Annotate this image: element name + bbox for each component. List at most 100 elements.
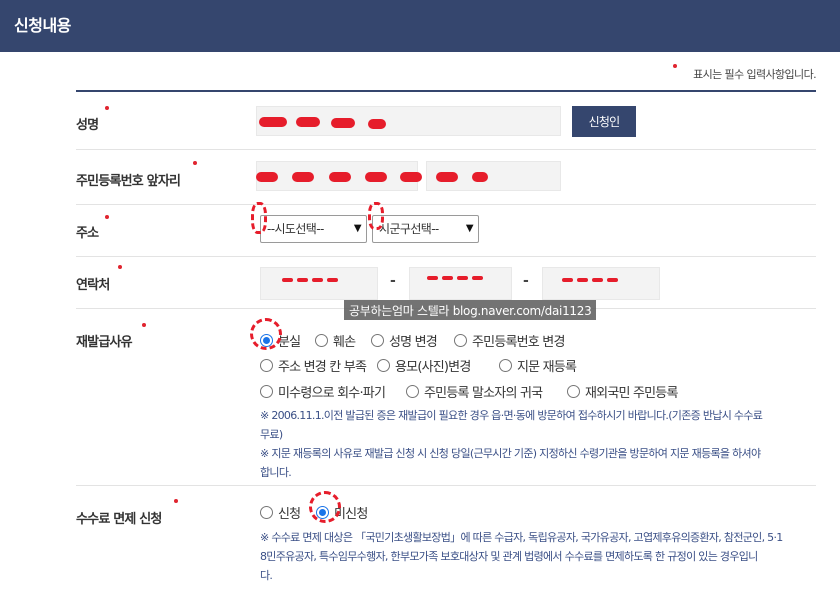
highlight-mark	[251, 202, 267, 234]
reason-option-address-full[interactable]: 주소 변경 칸 부족	[260, 356, 367, 375]
redaction-mark	[259, 117, 287, 127]
redaction-mark	[327, 278, 338, 282]
radio-icon	[377, 359, 390, 372]
redaction-mark	[256, 172, 278, 182]
note-line: 무료)	[260, 428, 283, 441]
radio-icon	[454, 334, 467, 347]
required-dot	[142, 323, 146, 327]
reason-option-fingerprint[interactable]: 지문 재등록	[499, 356, 577, 375]
redaction-mark	[400, 172, 422, 182]
required-dot	[193, 161, 197, 165]
redaction-mark	[365, 172, 387, 182]
rrn-label: 주민등록번호 앞자리	[76, 174, 181, 189]
reason-option-label: 주민등록번호 변경	[472, 335, 565, 350]
sido-select-value: --시도선택--	[267, 222, 324, 236]
note-line: 다.	[260, 569, 273, 582]
radio-icon	[260, 506, 273, 519]
required-dot	[174, 499, 178, 503]
reason-option-label: 성명 변경	[389, 335, 438, 350]
chevron-down-icon: ▼	[353, 223, 362, 234]
required-dot	[105, 106, 109, 110]
radio-icon	[260, 359, 273, 372]
redaction-mark	[436, 172, 458, 182]
reason-option-overseas[interactable]: 재외국민 주민등록	[567, 382, 678, 401]
radio-icon	[406, 385, 419, 398]
redaction-mark	[457, 276, 468, 280]
reason-option-label: 주소 변경 칸 부족	[278, 360, 367, 375]
redaction-mark	[292, 172, 314, 182]
blog-watermark: 공부하는엄마 스텔라 blog.naver.com/dai1123	[344, 300, 597, 320]
redaction-mark	[592, 278, 603, 282]
phone-dash: -	[523, 273, 529, 289]
address-row: 주소 --시도선택-- ▼ 시군구선택-- ▼	[76, 205, 816, 257]
reason-option-label: 주민등록 말소자의 귀국	[424, 386, 543, 401]
sigungu-select-value: 시군구선택--	[379, 222, 439, 236]
reason-option-label: 지문 재등록	[517, 360, 577, 375]
application-form: 성명 신청인 주민등록번호 앞자리 주소 --시도선택-- ▼ 시군구선택-- …	[76, 90, 816, 591]
highlight-mark	[368, 202, 384, 230]
redaction-mark	[296, 117, 320, 127]
fee-label: 수수료 면제 신청	[76, 512, 162, 527]
redaction-mark	[442, 276, 453, 280]
redaction-mark	[427, 276, 438, 280]
reason-option-label: 훼손	[333, 335, 356, 350]
required-dot	[673, 64, 677, 68]
required-dot	[118, 265, 122, 269]
redaction-mark	[331, 118, 355, 128]
reason-note-1: ※ 2006.11.1.이전 발급된 증은 재발급이 필요한 경우 읍·면·동에…	[260, 406, 816, 444]
radio-icon	[371, 334, 384, 347]
phone-dash: -	[390, 273, 396, 289]
fee-option-apply[interactable]: 신청	[260, 503, 301, 522]
reason-option-label: 재외국민 주민등록	[585, 386, 678, 401]
redaction-mark	[368, 119, 386, 129]
contact-label: 연락처	[76, 278, 110, 293]
required-note: 표시는 필수 입력사항입니다.	[693, 68, 817, 81]
sido-select[interactable]: --시도선택-- ▼	[260, 215, 367, 243]
address-label: 주소	[76, 226, 99, 241]
applicant-button[interactable]: 신청인	[572, 106, 636, 137]
reason-option-damaged[interactable]: 훼손	[315, 331, 356, 350]
redaction-mark	[282, 278, 293, 282]
reason-note-2: ※ 지문 재등록의 사유로 재발급 신청 시 신청 당일(근무시간 기준) 지정…	[260, 444, 816, 482]
phone-field-3[interactable]	[542, 267, 660, 300]
redaction-mark	[297, 278, 308, 282]
redaction-mark	[312, 278, 323, 282]
note-line: 8민주유공자, 특수임무수행자, 한부모가족 보호대상자 및 관계 법령에서 수…	[260, 550, 758, 563]
reason-option-name-change[interactable]: 성명 변경	[371, 331, 438, 350]
note-line: ※ 2006.11.1.이전 발급된 증은 재발급이 필요한 경우 읍·면·동에…	[260, 409, 763, 422]
section-title: 신청내용	[14, 16, 71, 35]
redaction-mark	[607, 278, 618, 282]
redaction-mark	[562, 278, 573, 282]
redaction-mark	[329, 172, 351, 182]
redaction-mark	[577, 278, 588, 282]
reason-option-return[interactable]: 주민등록 말소자의 귀국	[406, 382, 543, 401]
reason-label: 재발급사유	[76, 335, 133, 350]
radio-icon	[260, 385, 273, 398]
note-line: ※ 수수료 면제 대상은 「국민기초생활보장법」에 따른 수급자, 독립유공자,…	[260, 531, 783, 544]
redaction-mark	[472, 172, 488, 182]
reason-option-label: 미수령으로 회수·파기	[278, 386, 386, 401]
phone-field-1[interactable]	[260, 267, 378, 300]
fee-note: ※ 수수료 면제 대상은 「국민기초생활보장법」에 따른 수급자, 독립유공자,…	[260, 528, 816, 585]
fee-option-label: 신청	[278, 507, 301, 522]
highlight-circle	[309, 491, 341, 523]
reason-option-label: 용모(사진)변경	[395, 360, 471, 375]
reason-option-rrn-change[interactable]: 주민등록번호 변경	[454, 331, 565, 350]
reason-row: 재발급사유 분실 훼손 성명 변경 주민등록번호 변경 주소 변경 칸 부족 용…	[76, 309, 816, 486]
radio-icon	[315, 334, 328, 347]
fee-row: 수수료 면제 신청 신청 미신청 ※ 수수료 면제 대상은 「국민기초생활보장법…	[76, 486, 816, 591]
required-dot	[105, 215, 109, 219]
phone-field-2[interactable]	[409, 267, 512, 300]
radio-icon	[499, 359, 512, 372]
section-header: 신청내용	[0, 0, 840, 52]
reason-option-photo-change[interactable]: 용모(사진)변경	[377, 356, 471, 375]
radio-icon	[567, 385, 580, 398]
redaction-mark	[472, 276, 483, 280]
note-line: ※ 지문 재등록의 사유로 재발급 신청 시 신청 당일(근무시간 기준) 지정…	[260, 447, 761, 460]
reason-option-unclaimed[interactable]: 미수령으로 회수·파기	[260, 382, 386, 401]
chevron-down-icon: ▼	[465, 223, 474, 234]
note-line: 합니다.	[260, 466, 292, 479]
name-row: 성명 신청인	[76, 92, 816, 150]
sigungu-select[interactable]: 시군구선택-- ▼	[372, 215, 479, 243]
highlight-circle	[250, 318, 282, 350]
